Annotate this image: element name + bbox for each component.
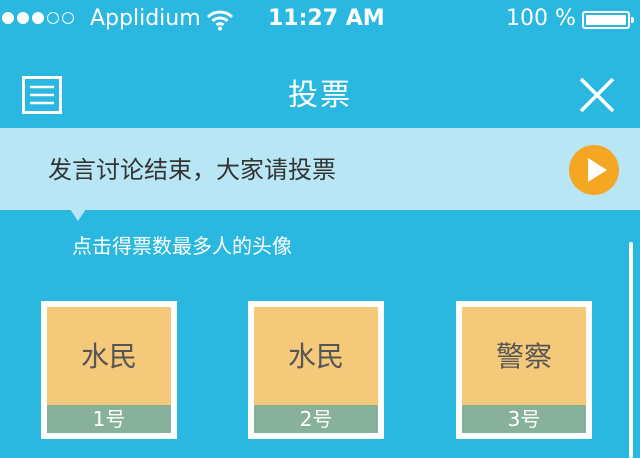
scrollbar[interactable] xyxy=(629,242,633,458)
avatar: 警察 xyxy=(462,307,586,405)
avatar: 水民 xyxy=(254,307,378,405)
page-title: 投票 xyxy=(288,78,352,113)
player-role: 水民 xyxy=(287,340,344,373)
play-icon xyxy=(588,158,607,182)
player-role: 警察 xyxy=(495,340,552,373)
nav-bar: 投票 xyxy=(0,60,640,128)
player-avatar-1[interactable]: 水民 1号 xyxy=(41,301,177,439)
player-number: 2号 xyxy=(254,405,378,433)
carrier-name: Applidium xyxy=(90,6,201,31)
player-number: 1号 xyxy=(47,405,171,433)
announcement-banner: 发言讨论结束，大家请投票 xyxy=(0,128,640,210)
battery-icon xyxy=(582,11,634,29)
status-bar: Applidium 11:27 AM 100 % xyxy=(0,0,640,38)
banner-pointer xyxy=(70,209,86,221)
instruction-text: 点击得票数最多人的头像 xyxy=(72,234,292,258)
play-button[interactable] xyxy=(569,145,619,195)
player-avatar-2[interactable]: 水民 2号 xyxy=(248,301,384,439)
signal-strength-icon xyxy=(2,12,74,26)
banner-text: 发言讨论结束，大家请投票 xyxy=(48,156,336,184)
player-number: 3号 xyxy=(462,405,586,433)
battery-percentage: 100 % xyxy=(506,6,576,31)
wifi-icon xyxy=(206,10,234,31)
status-time: 11:27 AM xyxy=(268,6,385,31)
avatar: 水民 xyxy=(47,307,171,405)
close-icon[interactable] xyxy=(578,76,616,114)
player-avatar-3[interactable]: 警察 3号 xyxy=(456,301,592,439)
player-role: 水民 xyxy=(80,340,137,373)
